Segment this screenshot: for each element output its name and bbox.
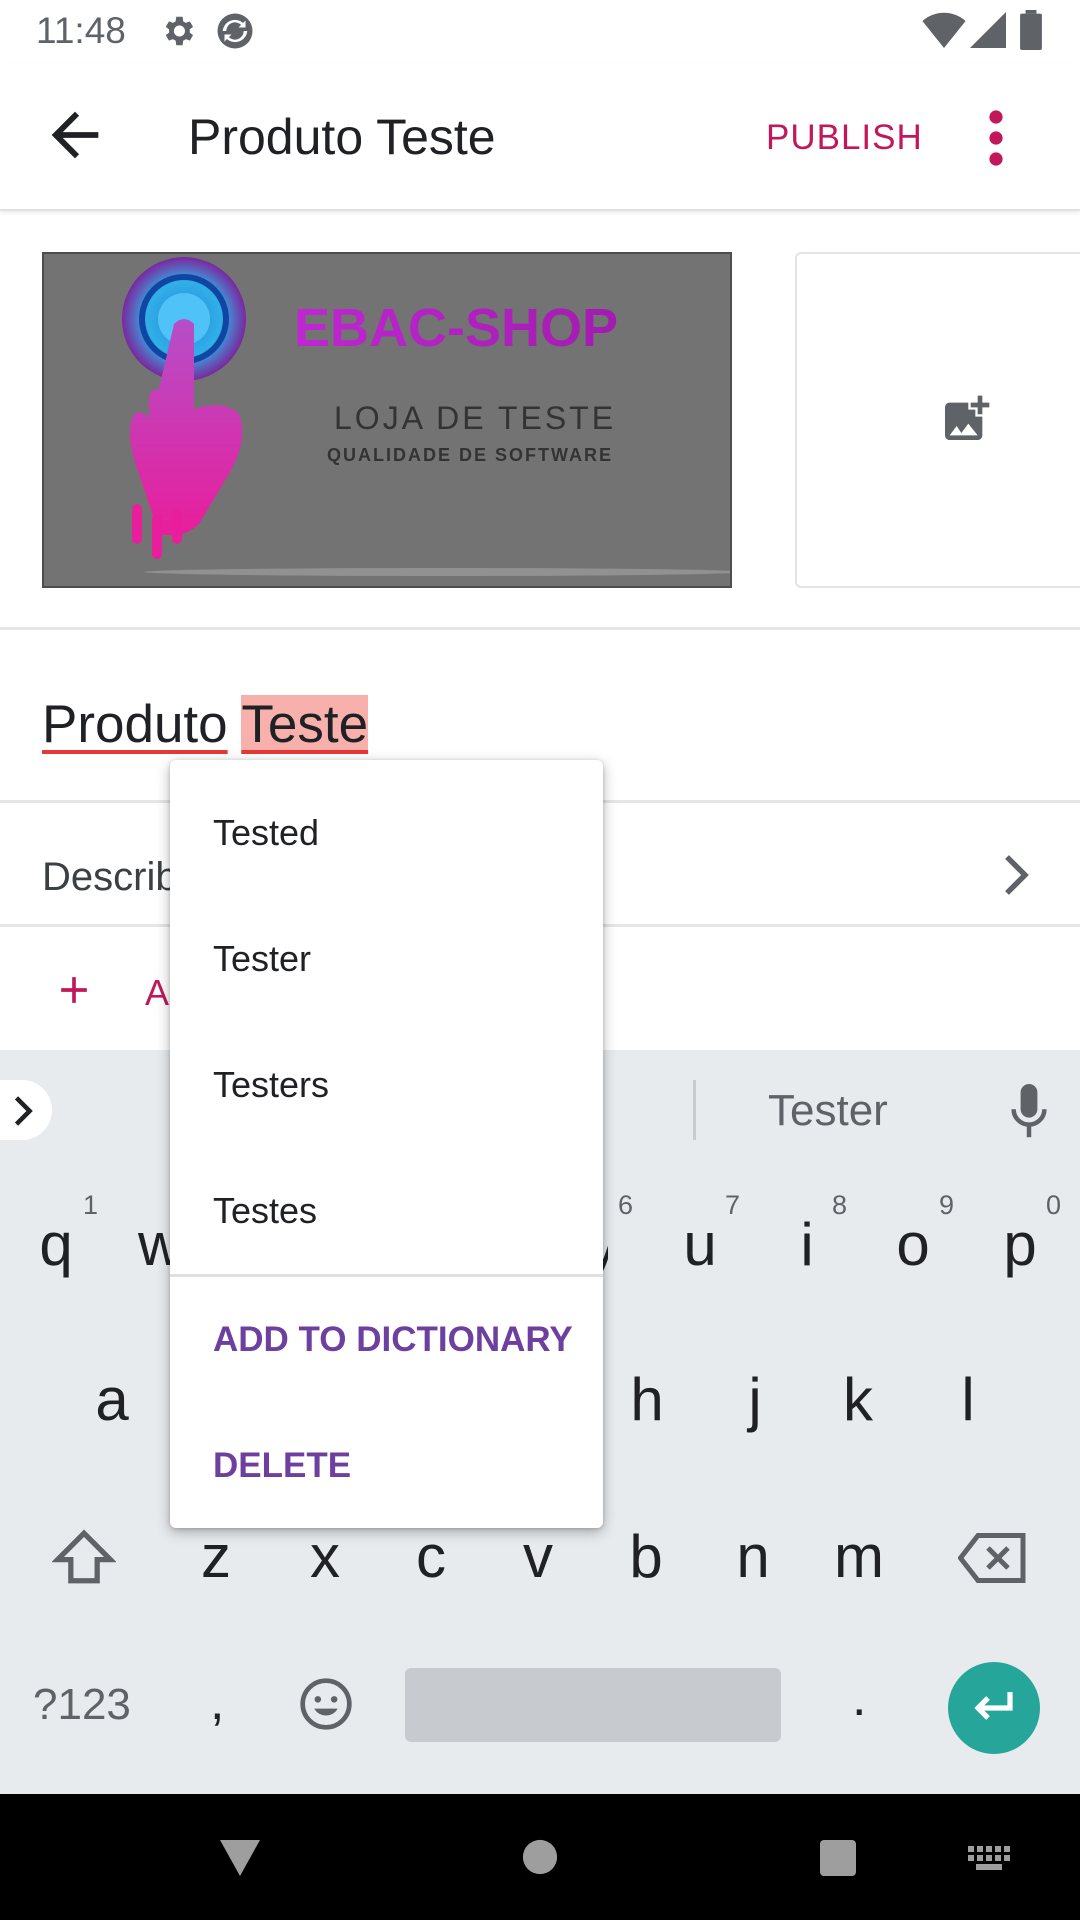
suggestion-item-testers[interactable]: Testers [213,1064,329,1106]
key-i[interactable]: i [787,1210,827,1279]
key-u[interactable]: u [680,1210,720,1279]
key-h[interactable]: h [625,1365,669,1434]
suggestion-item-tested[interactable]: Tested [213,812,319,854]
key-q[interactable]: q [36,1210,76,1279]
key-b[interactable]: b [624,1522,668,1591]
key-o[interactable]: o [893,1210,933,1279]
keyboard-switch-icon[interactable] [968,1846,1010,1875]
key-hint: 6 [618,1190,634,1220]
add-link-label[interactable]: A [145,972,169,1014]
add-to-dictionary-button[interactable]: ADD TO DICTIONARY [213,1320,573,1360]
key-period[interactable]: . [852,1668,866,1728]
cell-signal-icon [970,12,1006,53]
logo-line2-text: QUALIDADE DE SOFTWARE [327,445,613,465]
product-image[interactable]: EBAC-SHOP LOJA DE TESTE QUALIDADE DE SOF… [42,252,732,588]
enter-arrow-icon [974,1692,1013,1720]
description-label: Describ [42,855,178,899]
nav-home-icon[interactable] [521,1838,559,1881]
settings-gear-icon [159,12,197,55]
key-hint: 8 [832,1190,848,1220]
menu-divider [170,1274,603,1277]
status-time: 11:48 [36,10,126,51]
microphone-icon[interactable] [1008,1084,1050,1145]
key-a[interactable]: a [90,1365,134,1434]
keyboard-suggestion[interactable]: Tester [768,1086,888,1136]
key-k[interactable]: k [838,1365,878,1434]
battery-icon [1020,10,1042,55]
key-hint: 1 [83,1190,99,1220]
ebac-shop-logo: EBAC-SHOP LOJA DE TESTE QUALIDADE DE SOF… [122,257,730,576]
key-hint: 7 [725,1190,741,1220]
key-v[interactable]: v [518,1522,558,1591]
key-hint: 0 [1046,1190,1062,1220]
misspelled-word-highlight[interactable]: Teste [241,695,369,754]
symbols-key[interactable]: ?123 [33,1680,131,1730]
key-p[interactable]: p [998,1210,1042,1279]
sync-icon [214,10,256,57]
product-name-word: Produto [42,695,228,754]
delete-button[interactable]: DELETE [213,1446,351,1486]
space-bar[interactable] [405,1668,781,1742]
publish-button[interactable]: PUBLISH [766,118,923,158]
key-l[interactable]: l [955,1365,981,1434]
spellcheck-suggestion-menu: Tested Tester Testers Testes ADD TO DICT… [170,760,603,1528]
key-c[interactable]: c [411,1522,451,1591]
nav-back-icon[interactable] [216,1836,264,1885]
back-arrow-icon[interactable] [40,100,110,170]
logo-line1-text: LOJA DE TESTE [334,400,616,436]
suggestion-item-testes[interactable]: Testes [213,1190,317,1232]
product-name-field[interactable]: Produto Teste [42,694,369,755]
more-options-icon[interactable] [978,108,1014,168]
key-z[interactable]: z [196,1522,236,1591]
suggestion-divider [693,1080,696,1140]
backspace-icon[interactable] [957,1532,1028,1589]
key-n[interactable]: n [731,1522,775,1591]
key-x[interactable]: x [305,1522,345,1591]
add-photo-icon [938,391,994,452]
key-j[interactable]: j [740,1365,770,1434]
chevron-right-icon [998,854,1034,901]
enter-button[interactable] [948,1662,1040,1754]
key-m[interactable]: m [828,1522,890,1591]
divider [0,627,1080,630]
suggestion-item-tester[interactable]: Tester [213,938,311,980]
page-title: Produto Teste [188,109,496,165]
logo-brand-text: EBAC-SHOP [294,298,618,358]
key-comma[interactable]: , [210,1672,224,1732]
shift-icon[interactable] [51,1528,117,1591]
add-plus-icon[interactable] [52,968,96,1017]
wifi-icon [922,12,966,53]
nav-recents-icon[interactable] [818,1838,858,1883]
emoji-icon[interactable] [298,1676,354,1737]
key-hint: 9 [939,1190,955,1220]
